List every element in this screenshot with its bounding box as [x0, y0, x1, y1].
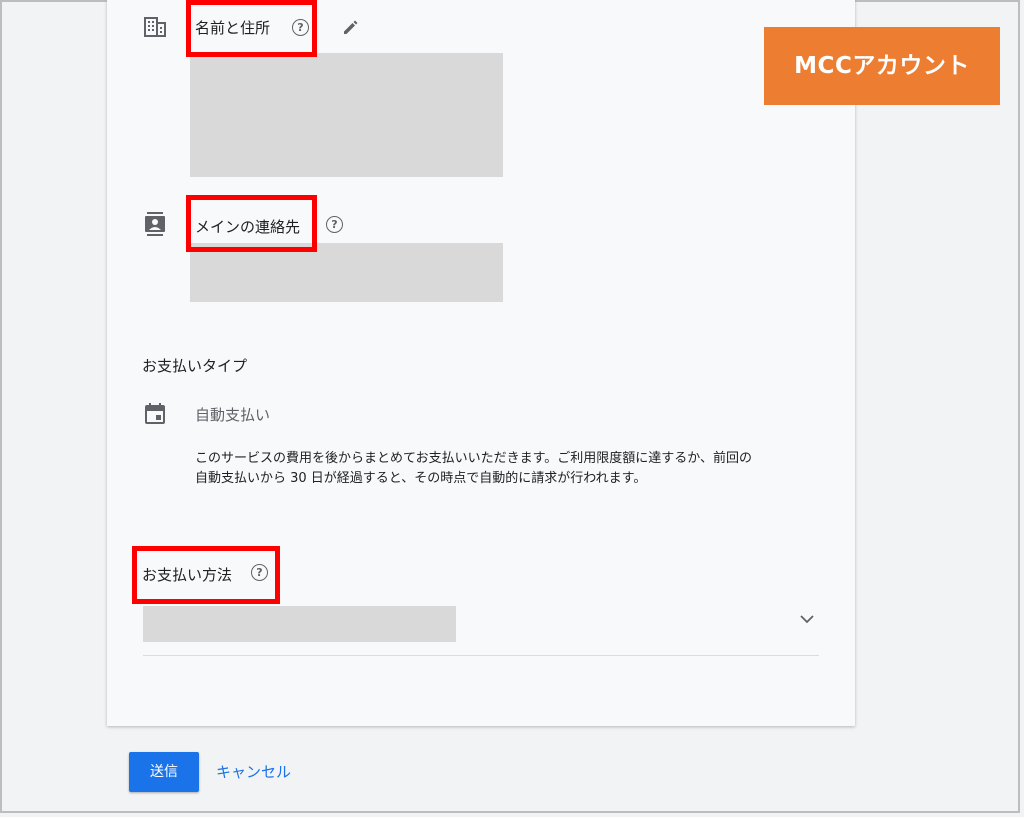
highlight-box-name-address — [186, 0, 317, 57]
submit-button[interactable]: 送信 — [129, 752, 199, 792]
calendar-icon — [145, 403, 165, 424]
payment-method-value-redacted — [143, 606, 456, 642]
chevron-down-icon[interactable] — [799, 613, 815, 625]
main-contact-help-icon[interactable]: ? — [326, 216, 343, 233]
highlight-box-payment-method — [132, 546, 280, 604]
payment-type-value: 自動支払い — [195, 406, 271, 424]
mcc-account-badge: MCCアカウント — [764, 27, 1000, 105]
highlight-box-main-contact — [186, 195, 317, 252]
name-address-value-redacted — [190, 53, 503, 177]
payment-type-description-line1: このサービスの費用を後からまとめてお支払いいただきます。ご利用限度額に達するか、… — [195, 451, 753, 466]
payment-type-heading: お支払いタイプ — [142, 357, 248, 375]
payment-method-select[interactable] — [143, 603, 819, 656]
cancel-button[interactable]: キャンセル — [216, 752, 291, 792]
contact-card-icon — [145, 212, 165, 236]
billing-settings-card: 名前と住所 ? メインの連絡先 ? お支払いタイプ 自動支払い このサービスの費… — [107, 0, 855, 726]
building-icon — [144, 17, 166, 37]
payment-type-description-line2: 自動支払いから 30 日が経過すると、その時点で自動的に請求が行われます。 — [195, 471, 647, 486]
pencil-icon[interactable] — [341, 17, 361, 37]
